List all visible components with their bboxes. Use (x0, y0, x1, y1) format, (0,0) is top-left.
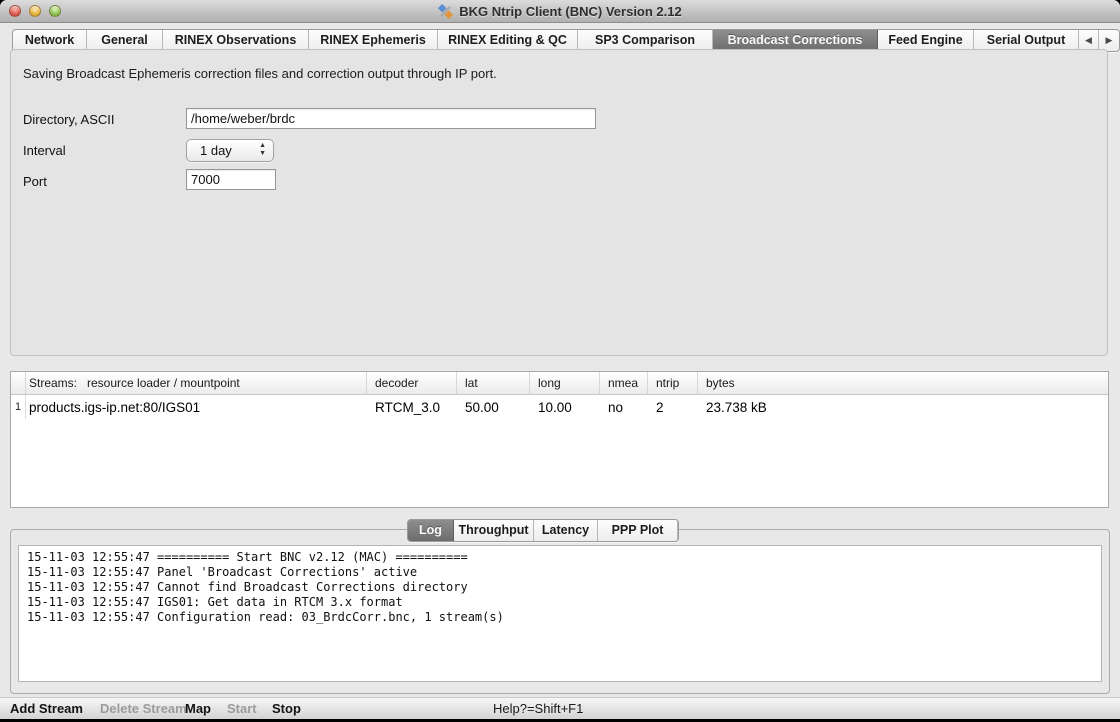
interval-select[interactable]: 1 day ▲▼ (186, 139, 274, 162)
directory-ascii-input[interactable] (186, 108, 596, 129)
map-button[interactable]: Map (185, 698, 211, 719)
tab-network[interactable]: Network (13, 30, 87, 51)
popup-stepper-arrows-icon: ▲▼ (259, 142, 266, 158)
streams-table-header: Streams: resource loader / mountpoint de… (11, 372, 1108, 395)
bnc-app-icon (438, 4, 453, 19)
stream-cell-nmea[interactable]: no (600, 400, 648, 415)
log-line: 15-11-03 12:55:47 IGS01: Get data in RTC… (27, 595, 1101, 610)
window-title-text: BKG Ntrip Client (BNC) Version 2.12 (459, 4, 681, 19)
log-line: 15-11-03 12:55:47 Panel 'Broadcast Corre… (27, 565, 1101, 580)
tab-latency[interactable]: Latency (534, 520, 598, 541)
directory-ascii-label: Directory, ASCII (23, 112, 115, 127)
port-input[interactable] (186, 169, 276, 190)
tab-serial-output[interactable]: Serial Output (974, 30, 1079, 51)
stream-cell-mountpoint[interactable]: products.igs-ip.net:80/IGS01 (26, 400, 367, 415)
header-lat[interactable]: lat (457, 372, 530, 394)
tab-general[interactable]: General (87, 30, 163, 51)
interval-selected-value: 1 day (200, 143, 232, 158)
tab-rinex-ephemeris[interactable]: RINEX Ephemeris (309, 30, 438, 51)
tab-ppp-plot[interactable]: PPP Plot (598, 520, 678, 541)
stream-cell-ntrip[interactable]: 2 (648, 400, 698, 415)
interval-label: Interval (23, 143, 66, 158)
tab-feed-engine[interactable]: Feed Engine (878, 30, 974, 51)
tab-rinex-editing-qc[interactable]: RINEX Editing & QC (438, 30, 578, 51)
log-line: 15-11-03 12:55:47 Configuration read: 03… (27, 610, 1101, 625)
tab-scroll-left-icon[interactable]: ◀ (1079, 30, 1099, 51)
tab-sp3-comparison[interactable]: SP3 Comparison (578, 30, 713, 51)
tab-log[interactable]: Log (408, 520, 454, 541)
broadcast-corrections-panel: Saving Broadcast Ephemeris correction fi… (10, 49, 1108, 356)
tab-broadcast-corrections[interactable]: Broadcast Corrections (713, 30, 878, 51)
header-decoder[interactable]: decoder (367, 372, 457, 394)
header-mountpoint[interactable]: Streams: resource loader / mountpoint (26, 372, 367, 394)
minimize-button-icon[interactable] (29, 5, 41, 17)
panel-description: Saving Broadcast Ephemeris correction fi… (23, 66, 497, 81)
app-window: BKG Ntrip Client (BNC) Version 2.12 Netw… (0, 0, 1120, 719)
header-ntrip[interactable]: ntrip (648, 372, 698, 394)
header-long[interactable]: long (530, 372, 600, 394)
log-line: 15-11-03 12:55:47 ========== Start BNC v… (27, 550, 1101, 565)
header-corner (11, 372, 26, 394)
stream-cell-decoder[interactable]: RTCM_3.0 (367, 400, 457, 415)
stream-cell-bytes[interactable]: 23.738 kB (698, 400, 1108, 415)
stream-cell-lat[interactable]: 50.00 (457, 400, 530, 415)
start-button[interactable]: Start (227, 698, 257, 719)
stream-cell-long[interactable]: 10.00 (530, 400, 600, 415)
header-nmea[interactable]: nmea (600, 372, 648, 394)
close-button-icon[interactable] (9, 5, 21, 17)
window-title: BKG Ntrip Client (BNC) Version 2.12 (438, 4, 681, 19)
stream-row-number: 1 (11, 395, 26, 419)
log-output[interactable]: 15-11-03 12:55:47 ========== Start BNC v… (18, 545, 1102, 682)
tab-rinex-observations[interactable]: RINEX Observations (163, 30, 309, 51)
log-line: 15-11-03 12:55:47 Cannot find Broadcast … (27, 580, 1101, 595)
help-shortcut-label: Help?=Shift+F1 (493, 698, 583, 719)
stop-button[interactable]: Stop (272, 698, 301, 719)
zoom-button-icon[interactable] (49, 5, 61, 17)
header-bytes[interactable]: bytes (698, 372, 1108, 394)
traffic-lights (9, 5, 61, 17)
port-label: Port (23, 174, 47, 189)
footer-bar: Add Stream Delete Stream Map Start Stop … (0, 697, 1120, 719)
tab-throughput[interactable]: Throughput (454, 520, 534, 541)
add-stream-button[interactable]: Add Stream (10, 698, 83, 719)
delete-stream-button[interactable]: Delete Stream (100, 698, 187, 719)
log-tab-bar: Log Throughput Latency PPP Plot (407, 519, 679, 542)
title-bar: BKG Ntrip Client (BNC) Version 2.12 (0, 0, 1120, 23)
tab-scroll-right-icon[interactable]: ▶ (1099, 30, 1119, 51)
streams-table: Streams: resource loader / mountpoint de… (10, 371, 1109, 508)
stream-row[interactable]: 1 products.igs-ip.net:80/IGS01 RTCM_3.0 … (11, 395, 1108, 419)
